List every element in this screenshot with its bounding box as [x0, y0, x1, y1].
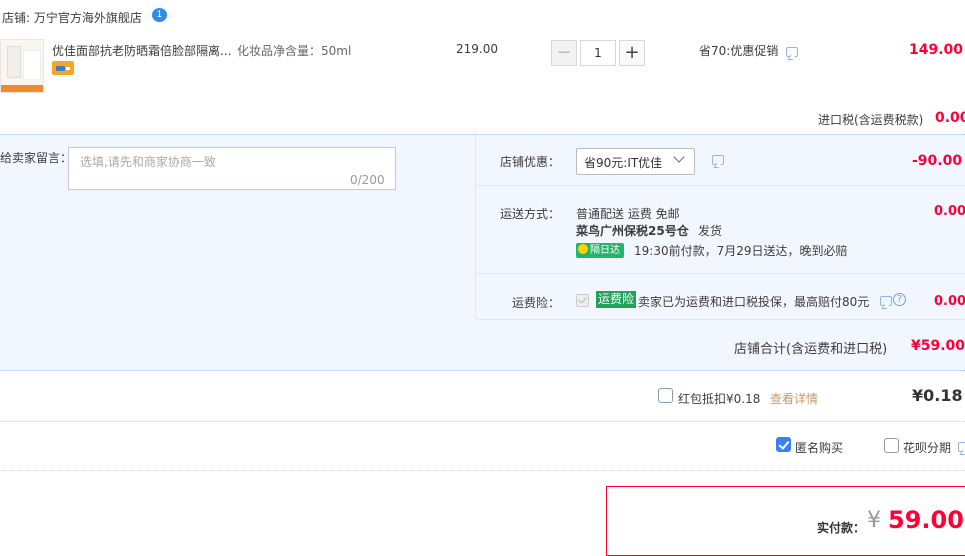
shipping-insurance-checkbox[interactable] — [576, 294, 589, 307]
shipping-insurance-amount: 0.00 — [934, 294, 965, 309]
next-day-delivery-badge: 隔日达 — [576, 243, 624, 258]
product-thumbnail[interactable] — [0, 39, 44, 93]
store-coupon-label: 店铺优惠： — [500, 155, 561, 169]
product-title[interactable]: 优佳面部抗老防晒霜倍脸部隔离... — [52, 42, 237, 59]
installment-info-icon[interactable] — [958, 442, 965, 452]
seller-message-placeholder: 选填,请先和商家协商一致 — [80, 155, 216, 169]
shop-header — [0, 0, 965, 32]
shipping-warehouse: 菜鸟广州保税25号仓 — [576, 224, 689, 238]
red-packet-details-link[interactable]: 查看详情 — [770, 390, 818, 407]
store-total-value: ¥59.00 — [911, 338, 965, 354]
shipping-method: 普通配送 运费 免邮 — [576, 207, 680, 221]
wangwang-chat-icon[interactable]: 1 — [152, 8, 167, 22]
quantity-decrease-button[interactable]: − — [551, 40, 577, 66]
shop-name[interactable]: 店铺: 万宁官方海外旗舰店 — [2, 9, 142, 26]
red-packet-value: ¥0.18 — [912, 386, 963, 405]
unit-price: 219.00 — [456, 42, 498, 56]
quantity-input[interactable]: 1 — [580, 40, 616, 66]
panel-divider — [476, 319, 965, 320]
store-coupon-selected[interactable]: 省90元:IT优佳 — [584, 154, 662, 171]
panel-divider — [476, 185, 965, 186]
panel-divider — [475, 134, 476, 319]
store-total-label: 店铺合计(含运费和进口税) — [734, 342, 888, 357]
help-icon[interactable]: ? — [893, 293, 906, 306]
row-divider — [0, 470, 965, 471]
lightning-icon — [578, 244, 588, 254]
shipping-insurance-description: 卖家已为运费和进口税投保，最高赔付80元 — [638, 295, 870, 309]
delivery-promise: 19:30前付款，7月29日送达，晚到必赔 — [634, 244, 848, 258]
shipping-insurance-badge: 运费险 — [596, 291, 637, 308]
quantity-increase-button[interactable]: + — [619, 40, 645, 66]
installment-checkbox[interactable] — [884, 438, 899, 453]
item-subtotal: 149.00 — [909, 42, 964, 58]
credit-card-icon — [52, 61, 74, 75]
item-promotion: 省70:优惠促销 — [699, 44, 779, 58]
promo-info-icon[interactable] — [786, 47, 798, 57]
anonymous-purchase-label[interactable]: 匿名购买 — [795, 439, 843, 456]
installment-label[interactable]: 花呗分期 — [903, 439, 951, 456]
shipping-warehouse-note: 发货 — [698, 224, 723, 238]
row-divider — [0, 421, 965, 422]
import-tax-label: 进口税(含运费税款) — [818, 113, 924, 127]
shipping-amount: 0.00 — [934, 204, 965, 219]
insurance-info-icon[interactable] — [880, 296, 892, 306]
shipping-method-label: 运送方式： — [500, 207, 561, 221]
coupon-info-icon[interactable] — [712, 155, 724, 165]
product-spec: 化妆品净含量：50ml — [237, 44, 352, 58]
seller-message-char-count: 0/200 — [350, 173, 385, 187]
shipping-insurance-label: 运费险： — [512, 296, 561, 310]
panel-divider — [476, 273, 965, 274]
red-packet-checkbox[interactable] — [658, 388, 673, 403]
anonymous-purchase-checkbox[interactable] — [776, 437, 791, 452]
seller-message-label: 给卖家留言： — [0, 151, 73, 165]
payment-amount: 59.00 — [888, 506, 964, 534]
payment-currency: ¥ — [867, 508, 881, 533]
red-packet-label[interactable]: 红包抵扣¥0.18 — [678, 390, 760, 407]
import-tax-value: 0.00 — [935, 110, 965, 126]
payment-label: 实付款： — [817, 521, 866, 535]
store-coupon-amount: -90.00 — [912, 153, 963, 169]
